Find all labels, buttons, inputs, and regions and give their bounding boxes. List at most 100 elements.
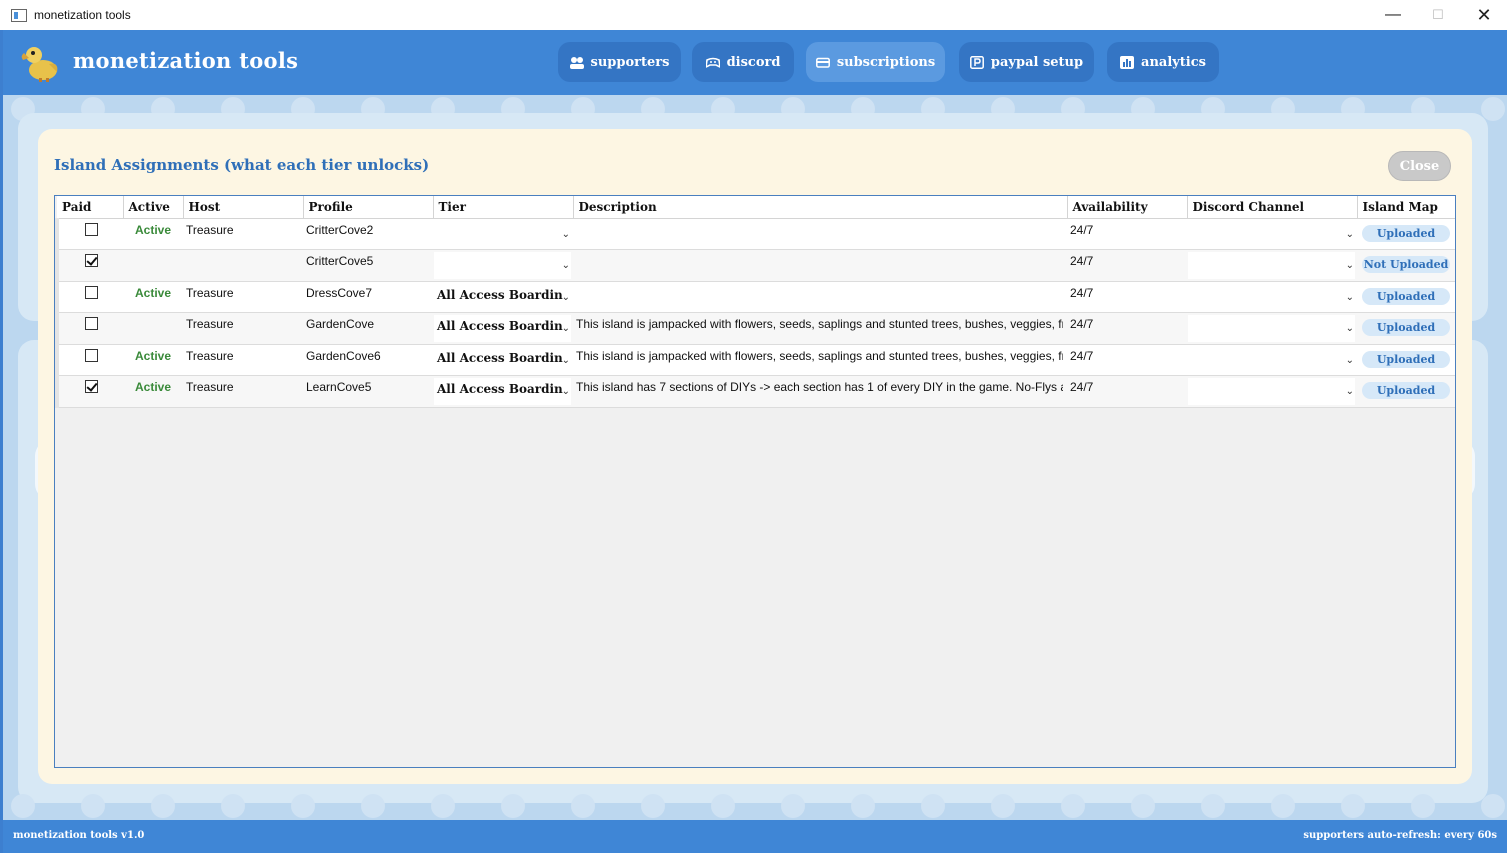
close-button[interactable]: Close (1388, 151, 1451, 181)
version-label: monetization tools v1.0 (13, 830, 145, 841)
island-map-status-button[interactable]: Not Uploaded (1362, 256, 1450, 274)
nav-label: supporters (590, 54, 670, 70)
availability-cell[interactable]: 24/7 (1067, 312, 1187, 345)
status-footer: monetization tools v1.0 supporters auto-… (3, 820, 1507, 853)
island-map-status-button[interactable]: Uploaded (1362, 224, 1450, 242)
tier-select[interactable] (434, 220, 571, 248)
table-row: CritterCove5 ⌄ 24/7 ⌄ Not Uploaded (55, 249, 1455, 282)
app-header: monetization tools supporters discord su… (3, 30, 1507, 95)
column-header-profile[interactable]: Profile (303, 196, 434, 219)
host-cell (183, 249, 303, 282)
paid-checkbox[interactable] (85, 348, 98, 362)
availability-cell[interactable]: 24/7 (1067, 375, 1187, 409)
profile-cell: LearnCove5 (303, 375, 433, 409)
discord-channel-cell[interactable]: ⌄ (1187, 375, 1357, 409)
discord-channel-cell[interactable]: ⌄ (1187, 218, 1357, 251)
column-header-description[interactable]: Description (573, 196, 1068, 219)
island-map-status-button[interactable]: Uploaded (1362, 287, 1450, 305)
profile-cell: GardenCove (303, 312, 433, 345)
nav-analytics[interactable]: analytics (1107, 42, 1219, 82)
host-cell: Treasure (183, 281, 303, 314)
paid-checkbox[interactable] (85, 254, 98, 268)
tier-cell[interactable]: ⌄ (433, 249, 573, 282)
nav-label: discord (726, 54, 781, 70)
availability-cell[interactable]: 24/7 (1067, 218, 1187, 251)
tier-cell[interactable]: All Access Boardin ⌄ (433, 344, 573, 377)
column-header-tier[interactable]: Tier (433, 196, 574, 219)
tier-select[interactable]: All Access Boardin (434, 378, 571, 406)
minimize-button[interactable]: — (1370, 0, 1416, 30)
close-window-button[interactable]: ✕ (1461, 0, 1507, 30)
tier-select[interactable] (434, 252, 571, 280)
people-icon (569, 56, 584, 69)
active-status: Active (135, 222, 172, 237)
column-header-paid[interactable]: Paid (57, 196, 124, 219)
gamepad-icon (705, 57, 720, 68)
island-assignments-modal: Island Assignments (what each tier unloc… (38, 129, 1472, 784)
chevron-down-icon[interactable]: ⌄ (1346, 355, 1354, 366)
host-cell: Treasure (183, 312, 303, 345)
chevron-down-icon[interactable]: ⌄ (1346, 323, 1354, 334)
column-header-availability[interactable]: Availability (1067, 196, 1188, 219)
tier-select[interactable]: All Access Boardin (434, 315, 571, 343)
tier-select[interactable]: All Access Boardin (434, 346, 571, 374)
availability-cell[interactable]: 24/7 (1067, 344, 1187, 377)
island-map-status-button[interactable]: Uploaded (1362, 350, 1450, 368)
nav-subscriptions[interactable]: subscriptions (806, 42, 945, 82)
table-row: Active Treasure CritterCove2 ⌄ 24/7 ⌄ Up… (55, 218, 1455, 251)
discord-channel-select[interactable] (1188, 315, 1355, 343)
chevron-down-icon[interactable]: ⌄ (1346, 292, 1354, 303)
chevron-down-icon[interactable]: ⌄ (562, 386, 570, 397)
paid-checkbox[interactable] (85, 317, 98, 331)
nav-paypal-setup[interactable]: paypal setup (959, 42, 1094, 82)
host-cell: Treasure (183, 375, 303, 409)
discord-channel-cell[interactable]: ⌄ (1187, 249, 1357, 282)
description-cell[interactable]: This island is jampacked with flowers, s… (573, 349, 1063, 363)
nav-supporters[interactable]: supporters (558, 42, 681, 82)
paid-checkbox[interactable] (85, 380, 98, 394)
column-header-host[interactable]: Host (183, 196, 304, 219)
dodo-logo-icon (21, 47, 58, 82)
chevron-down-icon[interactable]: ⌄ (1346, 386, 1354, 397)
column-header-discord-channel[interactable]: Discord Channel (1187, 196, 1358, 219)
profile-cell: GardenCove6 (303, 344, 433, 377)
discord-channel-select[interactable] (1188, 378, 1355, 406)
table-row: Active Treasure LearnCove5 All Access Bo… (55, 375, 1455, 409)
chevron-down-icon[interactable]: ⌄ (562, 260, 570, 271)
island-map-status-button[interactable]: Uploaded (1362, 382, 1450, 400)
chevron-down-icon[interactable]: ⌄ (1346, 229, 1354, 240)
maximize-button[interactable]: ☐ (1415, 0, 1461, 30)
discord-channel-cell[interactable]: ⌄ (1187, 344, 1357, 377)
tier-cell[interactable]: All Access Boardin ⌄ (433, 312, 573, 345)
chart-icon (1120, 55, 1135, 69)
tier-cell[interactable]: All Access Boardin ⌄ (433, 375, 573, 409)
window-title: monetization tools (34, 8, 131, 22)
nav-discord[interactable]: discord (692, 42, 794, 82)
paid-checkbox[interactable] (85, 222, 98, 236)
chevron-down-icon[interactable]: ⌄ (1346, 260, 1354, 271)
description-cell[interactable]: This island is jampacked with flowers, s… (573, 317, 1063, 331)
discord-channel-cell[interactable]: ⌄ (1187, 312, 1357, 345)
paypal-icon (969, 55, 984, 69)
tier-cell[interactable]: ⌄ (433, 218, 573, 251)
discord-channel-select[interactable] (1188, 252, 1355, 280)
tier-select[interactable]: All Access Boardin (434, 283, 571, 311)
chevron-down-icon[interactable]: ⌄ (562, 229, 570, 240)
chevron-down-icon[interactable]: ⌄ (562, 355, 570, 366)
column-header-active[interactable]: Active (123, 196, 184, 219)
discord-channel-cell[interactable]: ⌄ (1187, 281, 1357, 314)
host-cell: Treasure (183, 344, 303, 377)
profile-cell: CritterCove2 (303, 218, 433, 251)
availability-cell[interactable]: 24/7 (1067, 281, 1187, 314)
chevron-down-icon[interactable]: ⌄ (562, 323, 570, 334)
description-cell[interactable]: This island has 7 sections of DIYs -> ea… (573, 380, 1063, 394)
column-header-island-map[interactable]: Island Map (1357, 196, 1455, 219)
tier-cell[interactable]: All Access Boardin ⌄ (433, 281, 573, 314)
chevron-down-icon[interactable]: ⌄ (562, 292, 570, 303)
island-map-status-button[interactable]: Uploaded (1362, 319, 1450, 337)
availability-cell[interactable]: 24/7 (1067, 249, 1187, 282)
paid-checkbox[interactable] (85, 285, 98, 299)
nav-label: subscriptions (836, 54, 936, 70)
app-icon (11, 8, 27, 22)
profile-cell: DressCove7 (303, 281, 433, 314)
